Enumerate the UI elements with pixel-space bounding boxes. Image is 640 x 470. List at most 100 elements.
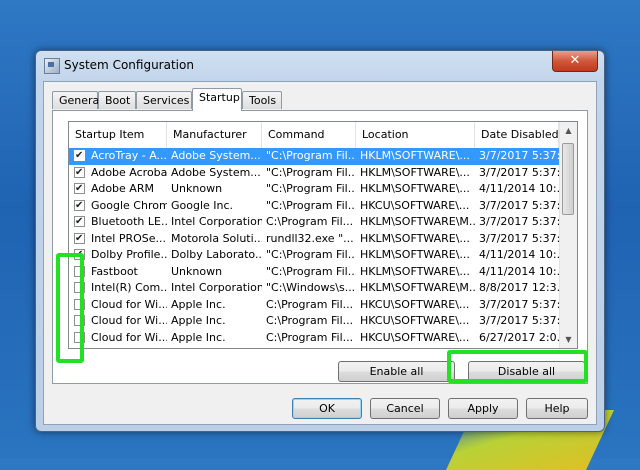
scroll-up-arrow-icon[interactable]: ▲ (560, 122, 577, 139)
cell-item: Adobe ARM (91, 182, 154, 195)
tab-general[interactable]: General (52, 91, 102, 109)
tab-boot[interactable]: Boot (98, 91, 136, 109)
column-header-location[interactable]: Location (356, 122, 475, 148)
cell-item: Intel(R) Com... (91, 281, 167, 294)
cell-item: Intel(R) Com... (87, 346, 167, 348)
table-row[interactable]: AcroTray - A... Adobe System... "C:\Progra… (69, 148, 559, 165)
cell-item: Fastboot (91, 264, 138, 278)
cell-date: 3/7/2017 5:37:... (479, 215, 559, 228)
startup-tab-panel: Startup Item Manufacturer Command Locati… (52, 110, 588, 384)
cell-location: HKCU\SOFTWARE\... (360, 314, 470, 327)
table-row[interactable]: Intel PROSe... Motorola Soluti... rundll32… (69, 231, 559, 247)
cell-manufacturer: Apple Inc. (171, 330, 226, 344)
cell-date: 4/11/2014 10:... (479, 248, 559, 261)
table-row[interactable]: Fastboot Unknown "C:\Program Fil... HKLM\SO… (69, 264, 559, 281)
tab-services[interactable]: Services (136, 91, 192, 109)
cell-date: 3/7/2017 5:37:... (479, 297, 559, 311)
startup-items-list[interactable]: Startup Item Manufacturer Command Locati… (68, 121, 578, 349)
table-row[interactable]: Cloud for Wi... Apple Inc. C:\Program Fil.… (69, 313, 559, 330)
apply-button[interactable]: Apply (448, 398, 518, 419)
list-header: Startup Item Manufacturer Command Locati… (69, 122, 559, 149)
cell-manufacturer: Intel Corporation (167, 346, 262, 348)
cell-location: HKLM\SOFTWARE\... (360, 264, 470, 278)
cell-item: Intel PROSe... (91, 231, 167, 245)
cell-date: 6/27/2017 2:0... (479, 330, 559, 344)
table-row[interactable]: Intel(R) Com...Intel Corporation"C:\Wind… (69, 346, 559, 348)
table-row[interactable]: Adobe Acrobat Adobe System... "C:\Program … (69, 165, 559, 181)
startup-item-checkbox[interactable] (74, 198, 85, 214)
tab-startup[interactable]: Startup (192, 88, 242, 111)
cell-item: Cloud for Wi... (91, 330, 167, 344)
column-header-manufacturer[interactable]: Manufacturer (167, 122, 262, 148)
cell-command: C:\Program Fil... (266, 215, 354, 228)
cell-item: Bluetooth LE... (91, 215, 167, 228)
startup-item-checkbox[interactable] (74, 148, 85, 165)
cell-location: HKLM\SOFTWARE\M... (360, 215, 475, 228)
cell-manufacturer: Google Inc. (171, 198, 234, 212)
cancel-button[interactable]: Cancel (370, 398, 440, 419)
scroll-down-arrow-icon[interactable]: ▼ (560, 331, 577, 348)
cell-manufacturer: Unknown (171, 182, 223, 195)
column-header-command[interactable]: Command (262, 122, 356, 148)
tab-tools[interactable]: Tools (242, 91, 282, 109)
cell-location: HKCU\SOFTWARE\... (360, 198, 470, 212)
scroll-thumb[interactable] (562, 143, 574, 215)
cell-manufacturer: Apple Inc. (171, 314, 226, 327)
cell-command: "C:\Program Fil... (266, 248, 356, 261)
startup-item-checkbox[interactable] (74, 165, 85, 181)
table-row[interactable]: Intel(R) Com...Intel Corporation"C:\Wind… (69, 280, 559, 297)
table-row[interactable]: Bluetooth LE... Intel Corporation C:\Progr… (69, 214, 559, 231)
cell-command: "C:\Program Fil... (266, 149, 356, 162)
list-rows: AcroTray - A... Adobe System... "C:\Progra… (69, 148, 559, 348)
help-button[interactable]: Help (526, 398, 588, 419)
cell-manufacturer: Apple Inc. (171, 297, 226, 311)
cell-location: HKLM\SOFTWARE\... (360, 182, 470, 195)
close-button[interactable]: ✕ (552, 51, 598, 72)
cell-date: 3/7/2017 5:37:... (479, 149, 559, 162)
cell-command: C:\Program Fil... (266, 330, 354, 344)
cell-manufacturer: Adobe System... (171, 149, 261, 162)
cell-manufacturer: Unknown (171, 264, 223, 278)
cell-date: 3/7/2017 5:37:... (479, 165, 559, 179)
cell-date: 3/7/2017 5:37:... (479, 231, 559, 245)
highlight-disable-all (447, 350, 588, 383)
window-title: System Configuration (64, 58, 194, 72)
table-row[interactable]: Google Chrome Google Inc. "C:\Program Fil.… (69, 198, 559, 214)
startup-item-checkbox[interactable] (74, 231, 85, 247)
cell-date: 8/8/2017 12:3... (479, 281, 559, 294)
enable-all-button[interactable]: Enable all (338, 361, 455, 382)
cell-location: HKLM\SOFTWARE\M... (356, 346, 475, 348)
cell-location: HKLM\SOFTWARE\... (360, 165, 470, 179)
cell-date: 4/11/2014 10:... (479, 182, 559, 195)
cell-item: Cloud for Wi... (91, 297, 167, 311)
column-header-date-disabled[interactable]: Date Disabled (475, 122, 559, 148)
table-row[interactable]: Cloud for Wi... Apple Inc. C:\Program Fil.… (69, 297, 559, 314)
cell-date: 8/8/2017 12:3... (475, 346, 559, 348)
cell-command: "C:\Program Fil... (266, 165, 356, 179)
cell-command: "C:\Program Fil... (266, 264, 356, 278)
startup-item-checkbox[interactable] (74, 214, 85, 231)
cell-command: C:\Program Fil... (266, 314, 354, 327)
cell-item: Dolby Profile... (91, 248, 167, 261)
ok-button[interactable]: OK (292, 398, 362, 419)
table-row[interactable]: Cloud for Wi... Apple Inc. C:\Program Fil.… (69, 330, 559, 347)
cell-command: "C:\Program Fil... (266, 198, 356, 212)
cell-date: 3/7/2017 5:37:... (479, 314, 559, 327)
table-row[interactable]: Dolby Profile... Dolby Laborato... "C:\Pro… (69, 247, 559, 264)
cell-manufacturer: Intel Corporation (171, 281, 262, 294)
cell-manufacturer: Motorola Soluti... (171, 231, 262, 245)
table-row[interactable]: Adobe ARM Unknown "C:\Program Fil... HKLM\S… (69, 181, 559, 198)
cell-manufacturer: Adobe System... (171, 165, 261, 179)
cell-location: HKCU\SOFTWARE\... (360, 297, 470, 311)
column-header-startup-item[interactable]: Startup Item (69, 122, 167, 148)
vertical-scrollbar[interactable]: ▲ ▼ (559, 122, 577, 348)
title-bar[interactable]: System Configuration ✕ (36, 51, 604, 81)
cell-command: "C:\Program Fil... (266, 182, 356, 195)
cell-manufacturer: Dolby Laborato... (171, 248, 262, 261)
cell-location: HKCU\SOFTWARE\... (360, 330, 470, 344)
cell-date: 3/7/2017 5:37:... (479, 198, 559, 212)
cell-manufacturer: Intel Corporation (171, 215, 262, 228)
highlight-unchecked-boxes (56, 253, 84, 363)
startup-item-checkbox[interactable] (74, 181, 85, 198)
cell-date: 4/11/2014 10:... (479, 264, 559, 278)
